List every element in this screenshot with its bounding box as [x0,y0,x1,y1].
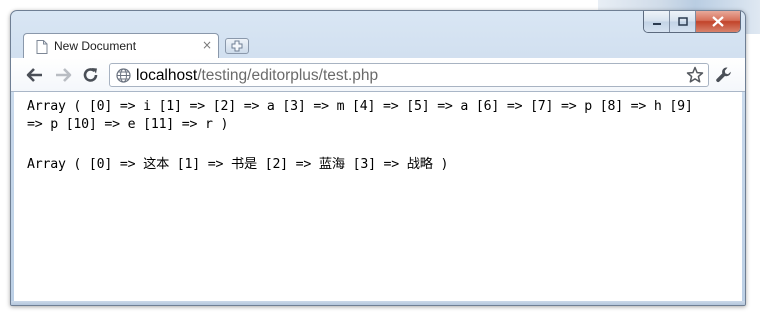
window-caption-buttons [643,11,741,33]
output-line-2: => p [10] => e [11] => r ) [27,117,229,132]
browser-window: New Document × localhost/testing/editorp… [10,10,746,306]
star-icon [686,66,704,83]
tab-close-button[interactable]: × [202,38,212,52]
forward-button[interactable] [53,66,73,84]
tab-title: New Document [54,39,137,53]
back-button[interactable] [25,66,45,84]
reload-button[interactable] [81,66,101,84]
wrench-icon [716,67,731,83]
back-arrow-icon [26,68,42,82]
document-icon [36,39,48,58]
close-window-button[interactable] [696,11,740,32]
settings-menu-button[interactable] [715,66,733,88]
new-tab-button[interactable] [225,38,249,54]
url-path: /testing/editorplus/test.php [197,67,379,84]
minimize-button[interactable] [644,11,670,32]
window-bottom-border [11,301,745,305]
maximize-icon [677,17,688,26]
reload-icon [83,68,98,82]
close-icon [712,16,724,27]
output-line-3: Array ( [0] => 这本 [1] => 书是 [2] => 蓝海 [3… [27,157,449,172]
toolbar: localhost/testing/editorplus/test.php [11,58,745,92]
page-info-icon[interactable] [116,68,131,87]
output-line-1: Array ( [0] => i [1] => [2] => a [3] => … [27,99,693,114]
forward-arrow-icon [56,68,72,82]
tab-new-document[interactable]: New Document × [23,33,219,59]
url-text: localhost/testing/editorplus/test.php [136,67,378,85]
page-content: Array ( [0] => i [1] => [2] => a [3] => … [14,92,742,302]
address-bar[interactable]: localhost/testing/editorplus/test.php [109,63,709,87]
new-tab-icon [231,40,243,52]
minimize-icon [652,22,661,25]
url-host: localhost [136,67,198,84]
maximize-button[interactable] [670,11,696,32]
bookmark-star-button[interactable] [686,66,704,88]
